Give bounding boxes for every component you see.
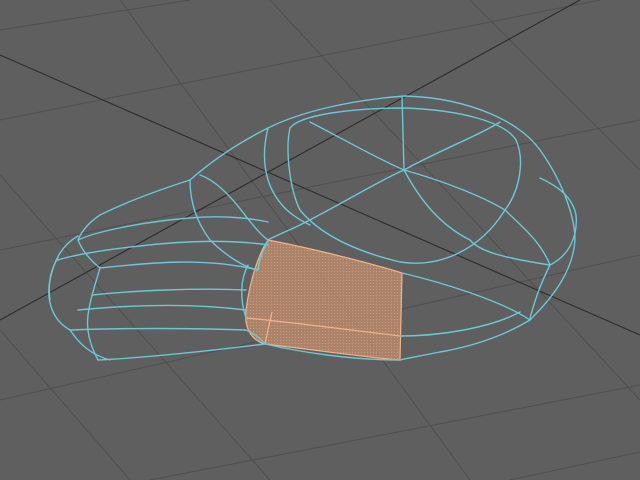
ground-grid — [0, 0, 640, 480]
viewport-canvas[interactable] — [0, 0, 640, 480]
3d-viewport[interactable] — [0, 0, 640, 480]
selected-face[interactable] — [245, 239, 403, 361]
